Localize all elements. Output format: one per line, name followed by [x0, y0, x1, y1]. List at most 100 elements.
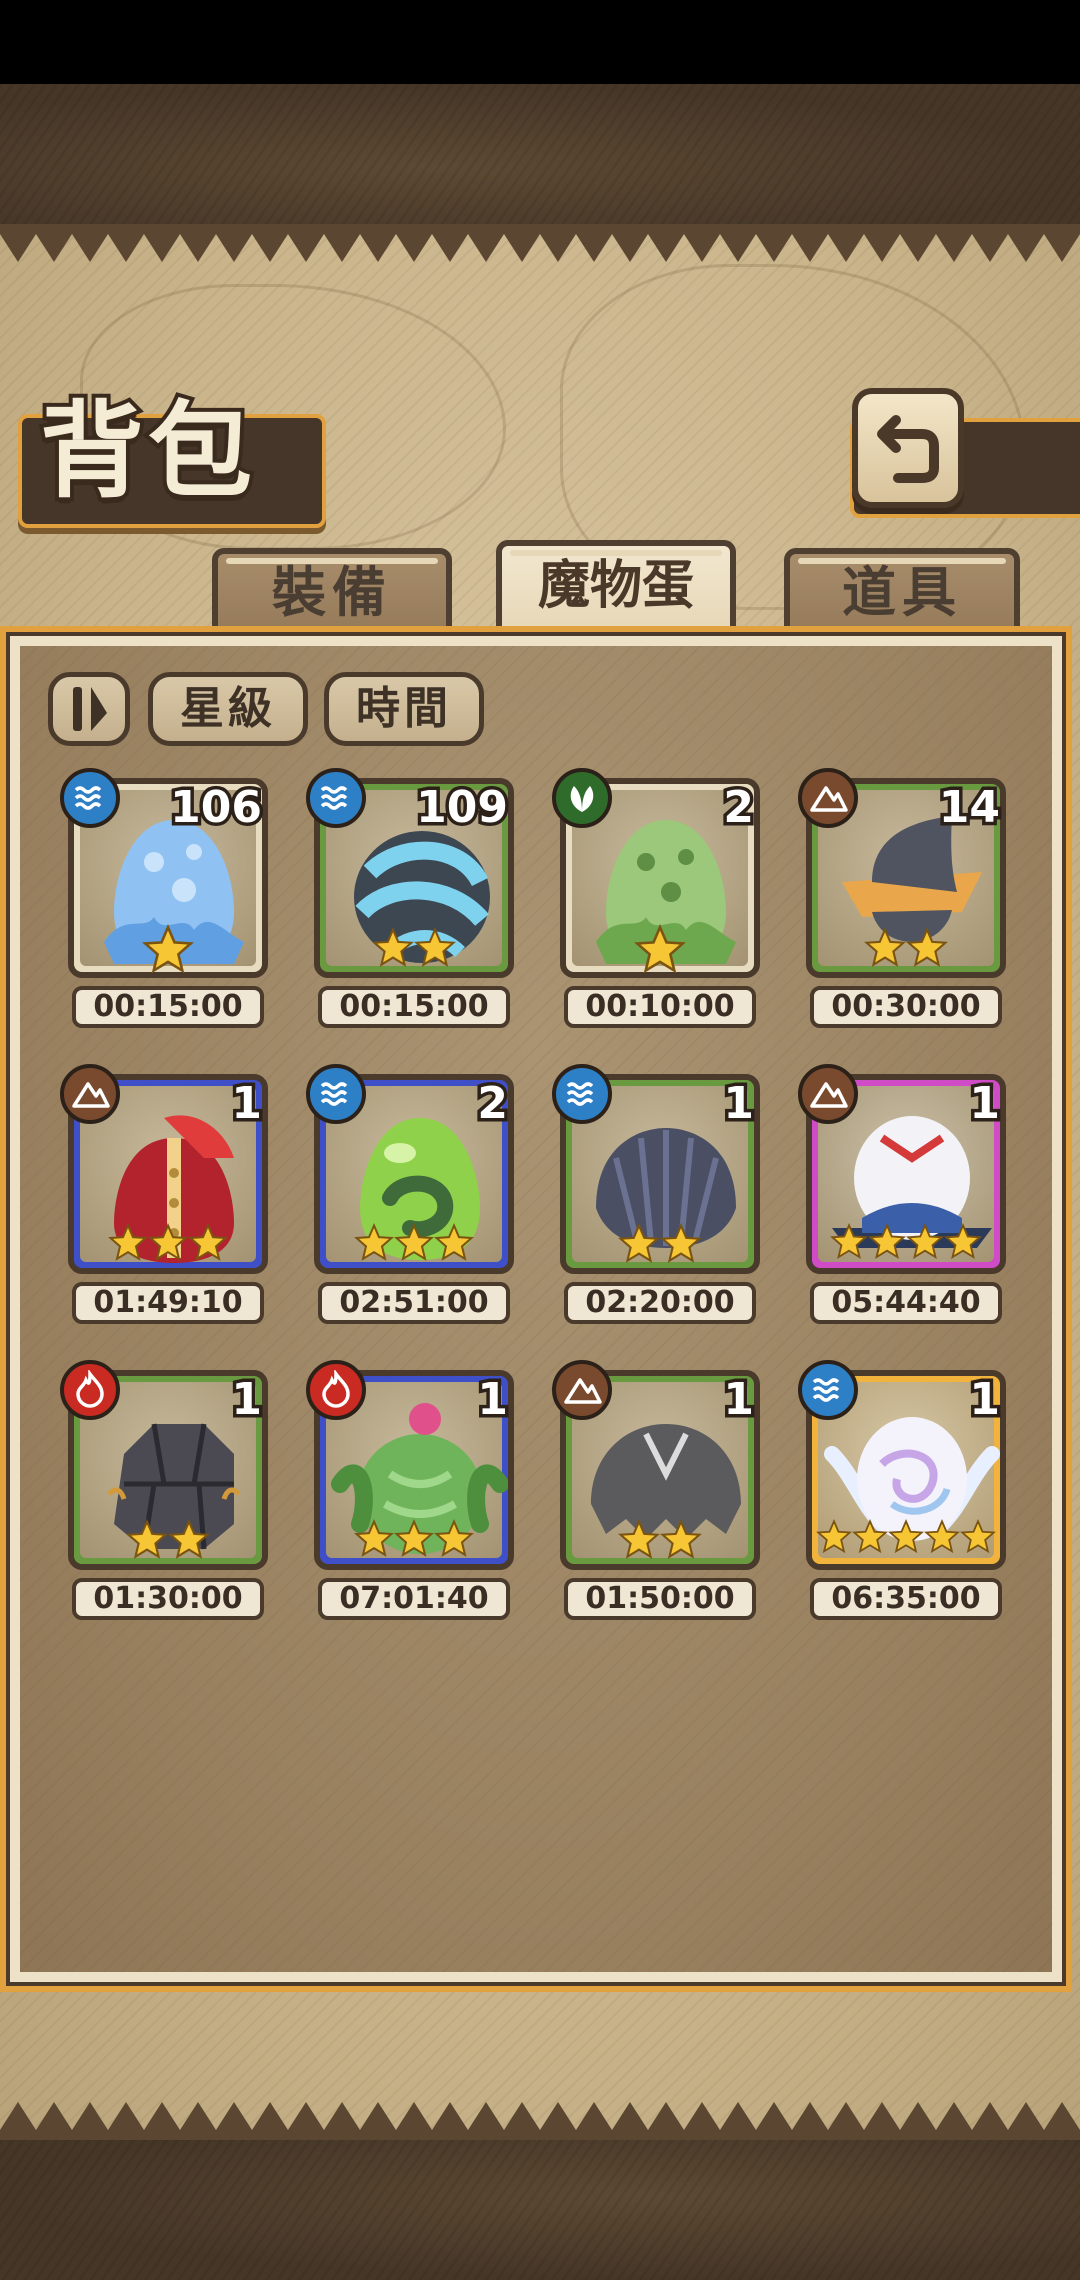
star-icon: [944, 1222, 982, 1260]
egg-card[interactable]: 2 02:51:00: [306, 1064, 514, 1324]
hatch-timer: 00:15:00: [72, 986, 264, 1028]
hatch-timer: 00:10:00: [564, 986, 756, 1028]
star-icon: [148, 1222, 188, 1261]
star-icon: [108, 1222, 148, 1261]
earth-element-icon: [60, 1064, 120, 1124]
star-rating: [806, 1516, 1006, 1572]
sort-direction-icon: [73, 687, 107, 731]
star-icon: [434, 1518, 474, 1557]
egg-count: 2: [720, 780, 758, 835]
earth-element-icon: [552, 1360, 612, 1420]
wood-element-icon: [552, 768, 612, 828]
star-icon: [142, 923, 194, 974]
sort-by-time-button[interactable]: 時間: [324, 672, 484, 746]
star-icon: [168, 1518, 210, 1559]
egg-card[interactable]: 14 00:30:00: [798, 768, 1006, 1028]
back-button[interactable]: [852, 388, 964, 508]
egg-card[interactable]: 1 07:01:40: [306, 1360, 514, 1620]
egg-card[interactable]: 1 05:44:40: [798, 1064, 1006, 1324]
fire-element-icon: [306, 1360, 366, 1420]
hatch-timer: 02:51:00: [318, 1282, 510, 1324]
return-arrow-icon: [877, 415, 939, 483]
status-bar: [0, 0, 1080, 84]
star-icon: [634, 923, 686, 974]
water-element-icon: [60, 768, 120, 828]
egg-card[interactable]: 1 01:50:00: [552, 1360, 760, 1620]
egg-card[interactable]: 1 01:49:10: [60, 1064, 268, 1324]
fire-element-icon: [60, 1360, 120, 1420]
star-icon: [830, 1222, 868, 1260]
egg-card[interactable]: 1 01:30:00: [60, 1360, 268, 1620]
tab-equipment[interactable]: 裝備: [212, 548, 452, 636]
tab-items[interactable]: 道具: [784, 548, 1020, 636]
egg-count: 2: [474, 1076, 512, 1131]
tab-rail: [226, 558, 438, 564]
star-rating: [560, 1220, 760, 1276]
tab-items-label: 道具: [842, 560, 962, 624]
water-element-icon: [798, 1360, 858, 1420]
star-icon: [372, 926, 414, 967]
zigzag-edge-bottom: [0, 2102, 1080, 2140]
egg-count: 14: [935, 780, 1003, 835]
star-icon: [188, 1222, 228, 1261]
hatch-timer: 01:30:00: [72, 1578, 264, 1620]
earth-element-icon: [798, 768, 858, 828]
egg-count: 1: [474, 1372, 512, 1427]
star-icon: [960, 1518, 996, 1554]
star-icon: [126, 1518, 168, 1559]
hatch-timer: 01:50:00: [564, 1578, 756, 1620]
egg-card[interactable]: 109 00:15:00: [306, 768, 514, 1028]
star-icon: [906, 1222, 944, 1260]
egg-count: 106: [167, 780, 266, 835]
sort-by-star-label: 星級: [180, 683, 276, 734]
star-rating: [68, 923, 268, 980]
star-rating: [560, 1516, 760, 1572]
egg-card[interactable]: 1 06:35:00: [798, 1360, 1006, 1620]
hatch-timer: 02:20:00: [564, 1282, 756, 1324]
star-icon: [354, 1222, 394, 1261]
zigzag-edge-top: [0, 224, 1080, 262]
star-rating: [314, 924, 514, 980]
star-icon: [660, 1518, 702, 1559]
star-icon: [354, 1518, 394, 1557]
star-icon: [816, 1518, 852, 1554]
egg-count: 1: [966, 1372, 1004, 1427]
sort-by-star-button[interactable]: 星級: [148, 672, 308, 746]
star-icon: [868, 1222, 906, 1260]
egg-count: 1: [720, 1372, 758, 1427]
hatch-timer: 01:49:10: [72, 1282, 264, 1324]
star-rating: [560, 923, 760, 980]
star-icon: [618, 1518, 660, 1559]
star-icon: [906, 926, 948, 967]
sort-order-toggle[interactable]: [48, 672, 130, 746]
star-icon: [414, 926, 456, 967]
egg-count: 1: [720, 1076, 758, 1131]
egg-card[interactable]: 2 00:10:00: [552, 768, 760, 1028]
star-rating: [68, 1516, 268, 1572]
page-title: 背包: [36, 389, 257, 512]
hatch-timer: 05:44:40: [810, 1282, 1002, 1324]
earth-element-icon: [798, 1064, 858, 1124]
egg-card[interactable]: 1 02:20:00: [552, 1064, 760, 1324]
egg-card[interactable]: 106 00:15:00: [60, 768, 268, 1028]
star-rating: [806, 1220, 1006, 1276]
star-icon: [888, 1518, 924, 1554]
hatch-timer: 00:15:00: [318, 986, 510, 1028]
hatch-timer: 07:01:40: [318, 1578, 510, 1620]
star-icon: [434, 1222, 474, 1261]
star-rating: [314, 1516, 514, 1572]
star-icon: [864, 926, 906, 967]
water-element-icon: [306, 768, 366, 828]
star-icon: [394, 1222, 434, 1261]
star-rating: [806, 924, 1006, 980]
tab-monster-eggs-label: 魔物蛋: [537, 555, 694, 616]
sort-by-time-label: 時間: [356, 683, 452, 734]
star-icon: [924, 1518, 960, 1554]
egg-count: 109: [413, 780, 512, 835]
star-rating: [68, 1220, 268, 1276]
star-rating: [314, 1220, 514, 1276]
bottom-map-border: [0, 2140, 1080, 2280]
water-element-icon: [552, 1064, 612, 1124]
tab-rail: [510, 550, 722, 556]
egg-count: 1: [228, 1076, 266, 1131]
